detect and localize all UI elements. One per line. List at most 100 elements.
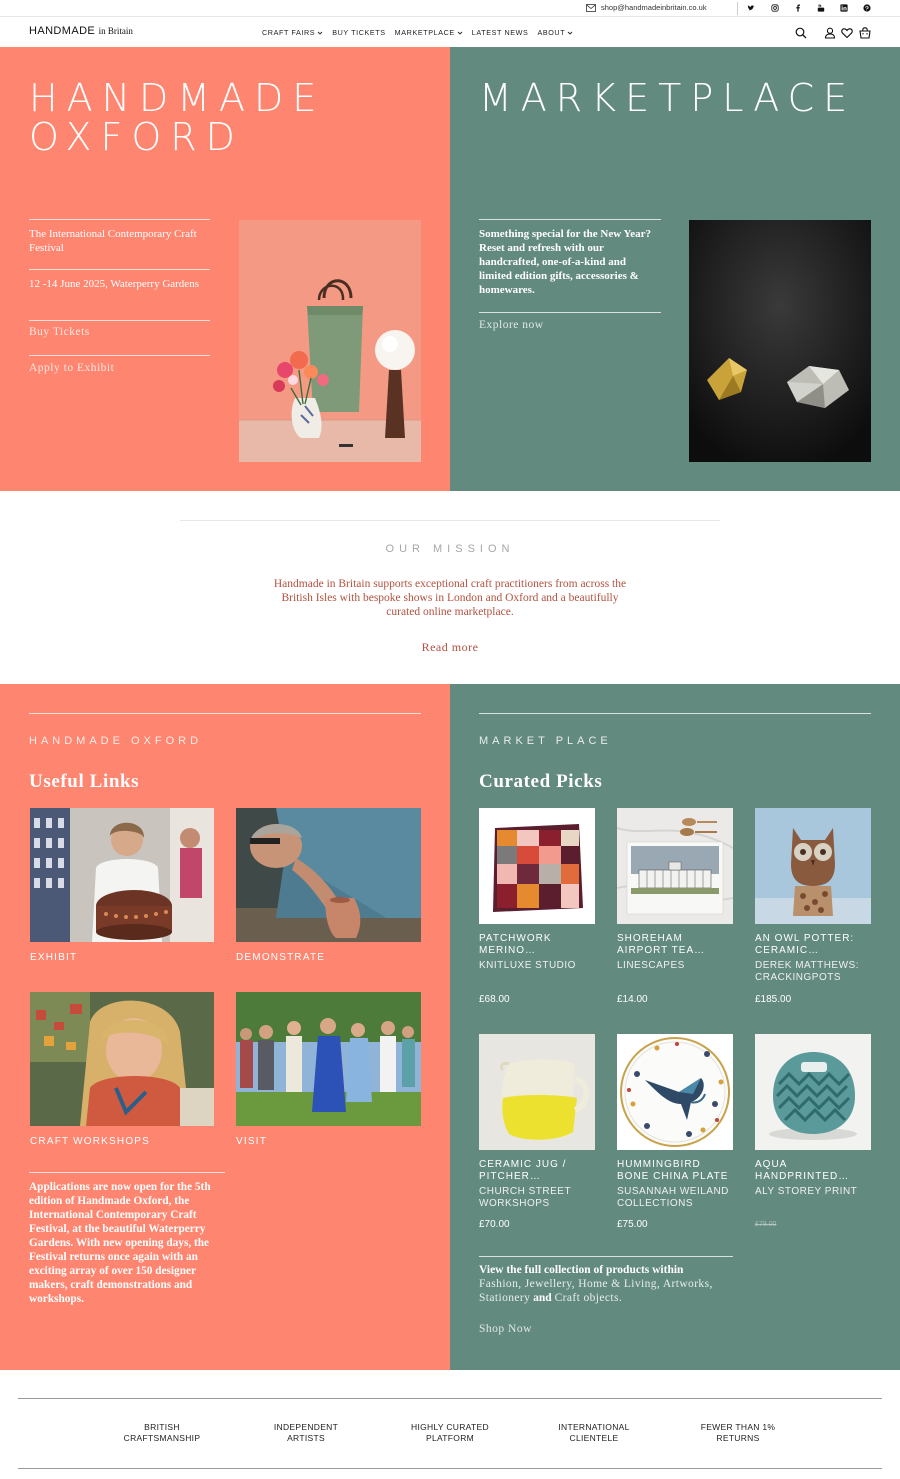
- useful-links-title: Useful Links: [29, 771, 140, 792]
- divider: [479, 312, 661, 313]
- feature-british-craftsmanship: BRITISH CRAFTSMANSHIP: [102, 1422, 222, 1444]
- feature-line: CRAFTSMANSHIP: [123, 1433, 201, 1443]
- product-maker: ALY STOREY PRINT: [755, 1186, 858, 1197]
- nav-about[interactable]: ABOUT: [537, 28, 573, 37]
- divider: [479, 219, 661, 220]
- market-eyebrow: MARKET PLACE: [479, 735, 612, 747]
- top-strip: shop@handmadeinbritain.co.uk: [0, 0, 900, 17]
- pinterest-icon[interactable]: [862, 3, 872, 13]
- nav-label: LATEST NEWS: [471, 28, 529, 37]
- visit-label[interactable]: VISIT: [236, 1136, 267, 1147]
- account-icon[interactable]: [824, 26, 836, 39]
- product-maker: KNITLUXE STUDIO: [479, 960, 576, 971]
- product-title[interactable]: CERAMIC JUG / PITCHER…: [479, 1159, 597, 1183]
- product-title[interactable]: PATCHWORK MERINO…: [479, 933, 597, 957]
- linkedin-icon[interactable]: [839, 3, 849, 13]
- feature-line: HIGHLY CURATED: [411, 1422, 489, 1432]
- nav-latest-news[interactable]: LATEST NEWS: [472, 28, 529, 37]
- demonstrate-image[interactable]: [236, 808, 421, 942]
- site-logo[interactable]: HANDMADE in Britain: [29, 25, 133, 37]
- nav-label: BUY TICKETS: [332, 28, 386, 37]
- product-title[interactable]: AN OWL POTTER: CERAMIC…: [755, 933, 873, 957]
- collection-text: View the full collection of products wit…: [479, 1263, 739, 1305]
- buy-tickets-link[interactable]: Buy Tickets: [29, 326, 90, 338]
- product-maker: SUSANNAH WEILAND COLLECTIONS: [617, 1186, 729, 1209]
- exhibit-label[interactable]: EXHIBIT: [30, 952, 77, 963]
- chevron-down-icon: [567, 31, 573, 35]
- divider: [737, 2, 738, 15]
- apply-to-exhibit-link[interactable]: Apply to Exhibit: [29, 362, 114, 374]
- product-image[interactable]: [755, 1034, 871, 1150]
- divider: [29, 1172, 225, 1173]
- mail-icon: [586, 3, 596, 12]
- product-image[interactable]: [755, 808, 871, 924]
- divider: [29, 269, 210, 270]
- feature-line: FEWER THAN 1%: [700, 1422, 776, 1432]
- twitter-icon[interactable]: [746, 3, 756, 13]
- collection-lead: View the full collection of products wit…: [479, 1264, 684, 1276]
- shop-now-link[interactable]: Shop Now: [479, 1323, 532, 1335]
- product-image[interactable]: [479, 808, 595, 924]
- visit-image[interactable]: [236, 992, 421, 1126]
- demonstrate-label[interactable]: DEMONSTRATE: [236, 952, 325, 963]
- product-title[interactable]: HUMMINGBIRD BONE CHINA PLATE: [617, 1159, 735, 1183]
- marketplace-blurb: Something special for the New Year? Rese…: [479, 228, 652, 296]
- craft-workshops-image[interactable]: [30, 992, 214, 1126]
- explore-now-link[interactable]: Explore now: [479, 319, 544, 331]
- chevron-down-icon: [457, 31, 463, 35]
- logo-small: in Britain: [98, 26, 133, 36]
- oxford-blurb: Applications are now open for the 5th ed…: [29, 1181, 211, 1305]
- feature-line: RETURNS: [716, 1433, 760, 1443]
- instagram-icon[interactable]: [770, 3, 780, 13]
- feature-few-returns: FEWER THAN 1% RETURNS: [678, 1422, 798, 1444]
- divider: [29, 219, 210, 220]
- divider: [18, 1468, 882, 1469]
- product-price: £185.00: [755, 994, 792, 1005]
- email-link[interactable]: shop@handmadeinbritain.co.uk: [586, 3, 707, 12]
- nav-craft-fairs[interactable]: CRAFT FAIRS: [262, 28, 323, 37]
- curated-picks-title: Curated Picks: [479, 771, 603, 792]
- festival-name: The International Contemporary Craft Fes…: [29, 228, 197, 254]
- divider: [29, 320, 210, 321]
- product-image[interactable]: [479, 1034, 595, 1150]
- collection-and: and: [533, 1292, 552, 1304]
- cart-icon[interactable]: [859, 26, 871, 39]
- product-title[interactable]: AQUA HANDPRINTED…: [755, 1159, 873, 1183]
- mission-heading: OUR MISSION: [385, 543, 515, 555]
- divider: [479, 1256, 733, 1257]
- read-more-link[interactable]: Read more: [0, 640, 900, 655]
- product-price: £68.00: [479, 994, 510, 1005]
- divider: [29, 713, 421, 714]
- feature-international-clientele: INTERNATIONAL CLIENTELE: [534, 1422, 654, 1444]
- feature-line: INDEPENDENT: [273, 1422, 339, 1432]
- divider: [479, 713, 871, 714]
- product-image[interactable]: [617, 808, 733, 924]
- feature-line: ARTISTS: [287, 1433, 325, 1443]
- facebook-icon[interactable]: [793, 3, 803, 13]
- product-price: £14.00: [617, 994, 648, 1005]
- chevron-down-icon: [317, 31, 323, 35]
- nav-label: ABOUT: [537, 28, 566, 37]
- product-title[interactable]: SHOREHAM AIRPORT TEA…: [617, 933, 735, 957]
- product-maker: LINESCAPES: [617, 960, 685, 971]
- product-maker: CHURCH STREET WORKSHOPS: [479, 1186, 571, 1209]
- product-price: £70.00: [479, 1219, 510, 1230]
- nav-marketplace[interactable]: MARKETPLACE: [395, 28, 463, 37]
- product-maker: DEREK MATTHEWS: CRACKINGPOTS: [755, 960, 859, 983]
- nav-buy-tickets[interactable]: BUY TICKETS: [332, 28, 385, 37]
- hero-oxford-title-line2: OXFORD: [29, 115, 244, 159]
- divider: [18, 1398, 882, 1399]
- nav-label: CRAFT FAIRS: [262, 28, 316, 37]
- email-text: shop@handmadeinbritain.co.uk: [601, 3, 707, 12]
- nav-label: MARKETPLACE: [394, 28, 455, 37]
- hero-marketplace-title: MARKETPLACE: [479, 76, 857, 120]
- wishlist-icon[interactable]: [841, 26, 853, 39]
- hero-marketplace-image[interactable]: [689, 220, 871, 462]
- product-image[interactable]: [617, 1034, 733, 1150]
- craft-workshops-label[interactable]: CRAFT WORKSHOPS: [30, 1136, 150, 1147]
- youtube-icon[interactable]: [816, 3, 826, 13]
- exhibit-image[interactable]: [30, 808, 214, 942]
- collection-end: Craft objects.: [554, 1292, 623, 1304]
- search-icon[interactable]: [795, 26, 807, 39]
- hero-oxford-image[interactable]: [239, 220, 421, 462]
